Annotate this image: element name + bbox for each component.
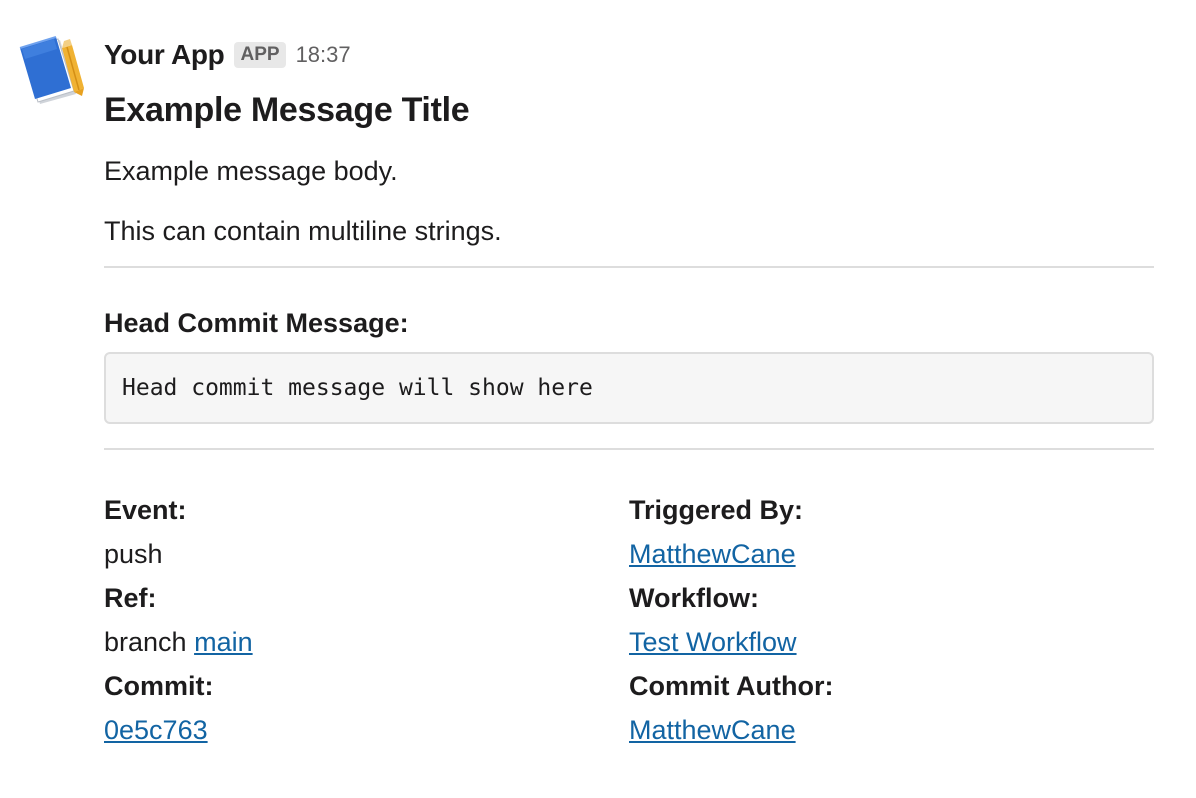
- event-value: push: [104, 539, 163, 569]
- fields-grid: Event: push Ref: branch main Commit: 0e5…: [104, 488, 1154, 752]
- blue-notebook-icon: [19, 36, 84, 104]
- app-name[interactable]: Your App: [104, 39, 225, 71]
- workflow-value: Test Workflow: [629, 620, 1154, 664]
- fields-left-column: Event: push Ref: branch main Commit: 0e5…: [104, 488, 629, 752]
- ref-label: Ref:: [104, 583, 157, 613]
- commit-author-link[interactable]: MatthewCane: [629, 715, 796, 745]
- workflow-label: Workflow:: [629, 583, 759, 613]
- commit-author-label: Commit Author:: [629, 671, 834, 701]
- ref-prefix: branch: [104, 627, 187, 657]
- slack-message: Your App APP 18:37 Example Message Title…: [0, 0, 1196, 798]
- head-commit-message: Head commit message will show here: [122, 375, 593, 401]
- app-avatar[interactable]: [18, 36, 86, 104]
- head-commit-label: Head Commit Message:: [104, 308, 409, 338]
- event-label: Event:: [104, 495, 187, 525]
- commit-value: 0e5c763: [104, 708, 629, 752]
- message-header: Your App APP 18:37: [104, 36, 1154, 74]
- commit-author-value: MatthewCane: [629, 708, 1154, 752]
- message-body-line: This can contain multiline strings.: [104, 216, 502, 246]
- fields-right-column: Triggered By: MatthewCane Workflow: Test…: [629, 488, 1154, 752]
- divider: [104, 266, 1154, 268]
- message-body-line: Example message body.: [104, 156, 398, 186]
- divider: [104, 448, 1154, 450]
- triggered-by-value: MatthewCane: [629, 532, 1154, 576]
- commit-label: Commit:: [104, 671, 214, 701]
- app-badge: APP: [234, 42, 286, 68]
- triggered-by-label: Triggered By:: [629, 495, 804, 525]
- message-content: Your App APP 18:37 Example Message Title…: [104, 36, 1154, 752]
- branch-link[interactable]: main: [194, 627, 253, 657]
- commit-link[interactable]: 0e5c763: [104, 715, 208, 745]
- ref-value: branch main: [104, 620, 629, 664]
- head-commit-code-block: Head commit message will show here: [104, 352, 1154, 424]
- triggered-by-link[interactable]: MatthewCane: [629, 539, 796, 569]
- timestamp[interactable]: 18:37: [296, 42, 351, 68]
- workflow-link[interactable]: Test Workflow: [629, 627, 797, 657]
- message-title: Example Message Title: [104, 91, 470, 129]
